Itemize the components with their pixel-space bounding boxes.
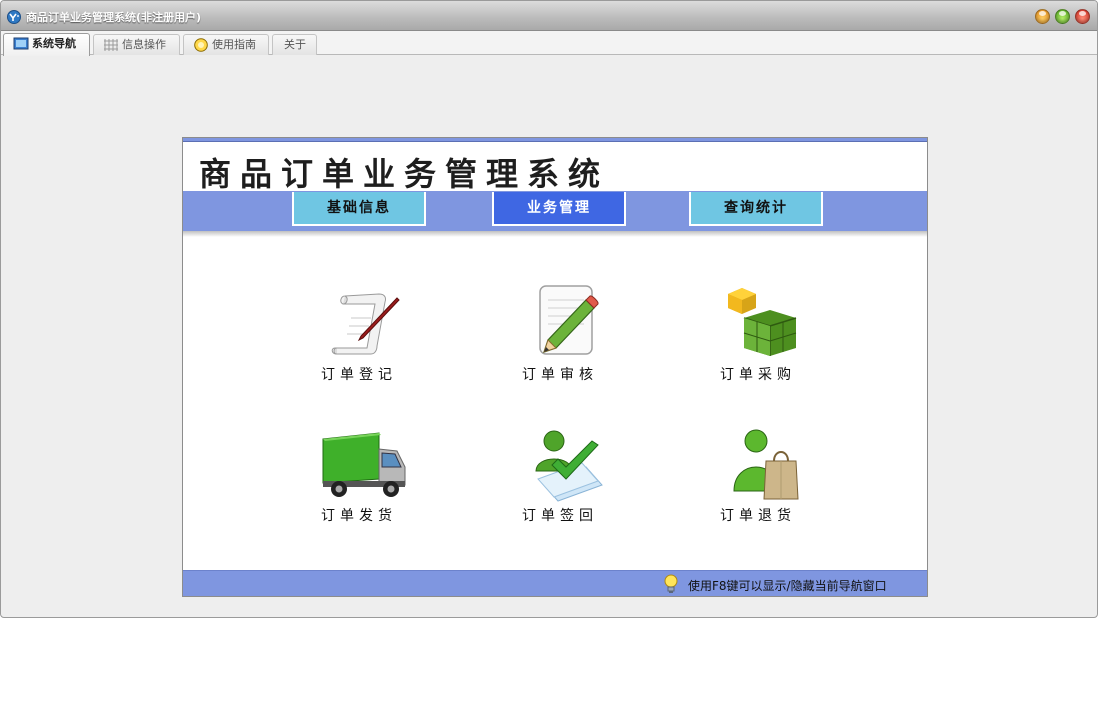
nav-query-statistics-button[interactable]: 查询统计 (689, 192, 823, 226)
grid-icon (104, 39, 118, 51)
nav-basic-info-button[interactable]: 基础信息 (292, 192, 426, 226)
order-register-item[interactable]: 订单登记 (294, 282, 424, 392)
item-label: 订单审核 (522, 367, 598, 383)
order-review-item[interactable]: 订单审核 (495, 282, 625, 392)
tab-info-operation[interactable]: 信息操作 (93, 34, 180, 55)
title-bar: 商品订单业务管理系统(非注册用户) (1, 1, 1097, 31)
green-blocks-icon (728, 288, 797, 356)
order-signback-item[interactable]: 订单签回 (495, 423, 625, 533)
lightbulb-icon (664, 574, 678, 593)
app-window: 商品订单业务管理系统(非注册用户) 系统导航 信息操作 使用指南 关于 商品订单… (0, 0, 1098, 618)
user-checkmark-icon (535, 430, 603, 502)
system-title: 商品订单业务管理系统 (199, 155, 610, 193)
item-label: 订单发货 (321, 508, 397, 524)
order-purchase-item[interactable]: 订单采购 (693, 282, 823, 392)
order-return-item[interactable]: 订单退货 (693, 423, 823, 533)
item-label: 订单签回 (522, 508, 598, 524)
maximize-button[interactable] (1055, 9, 1070, 24)
notepad-pencil-icon (539, 285, 599, 355)
nav-business-management-button[interactable]: 业务管理 (492, 192, 626, 226)
app-logo-icon (7, 10, 21, 24)
tab-label: 使用指南 (212, 38, 256, 51)
panel-top-border (183, 138, 927, 142)
nav-strip-shadow (183, 231, 927, 237)
help-lightbulb-icon (194, 38, 208, 52)
item-label: 订单登记 (321, 367, 397, 383)
monitor-icon (13, 37, 29, 50)
item-label: 订单退货 (720, 508, 796, 524)
item-label: 订单采购 (720, 367, 796, 383)
delivery-truck-icon (322, 432, 406, 497)
tab-bar: 系统导航 信息操作 使用指南 关于 (1, 31, 1097, 56)
user-shopping-bag-icon (733, 429, 799, 500)
footer-hint: 使用F8键可以显示/隐藏当前导航窗口 (688, 579, 887, 593)
close-button[interactable] (1075, 9, 1090, 24)
minimize-button[interactable] (1035, 9, 1050, 24)
order-delivery-item[interactable]: 订单发货 (294, 423, 424, 533)
tab-system-navigation[interactable]: 系统导航 (3, 33, 90, 56)
window-title: 商品订单业务管理系统(非注册用户) (26, 11, 202, 24)
tab-label: 关于 (284, 38, 306, 51)
footer-bar: 使用F8键可以显示/隐藏当前导航窗口 (183, 570, 927, 596)
navigation-panel: 商品订单业务管理系统 基础信息 业务管理 查询统计 订单登记 订单审核 订单采购… (182, 137, 928, 597)
scroll-quill-icon (331, 293, 400, 355)
tab-user-guide[interactable]: 使用指南 (183, 34, 269, 55)
tab-label: 系统导航 (32, 37, 76, 50)
tab-label: 信息操作 (122, 38, 166, 51)
tab-about[interactable]: 关于 (272, 34, 317, 55)
